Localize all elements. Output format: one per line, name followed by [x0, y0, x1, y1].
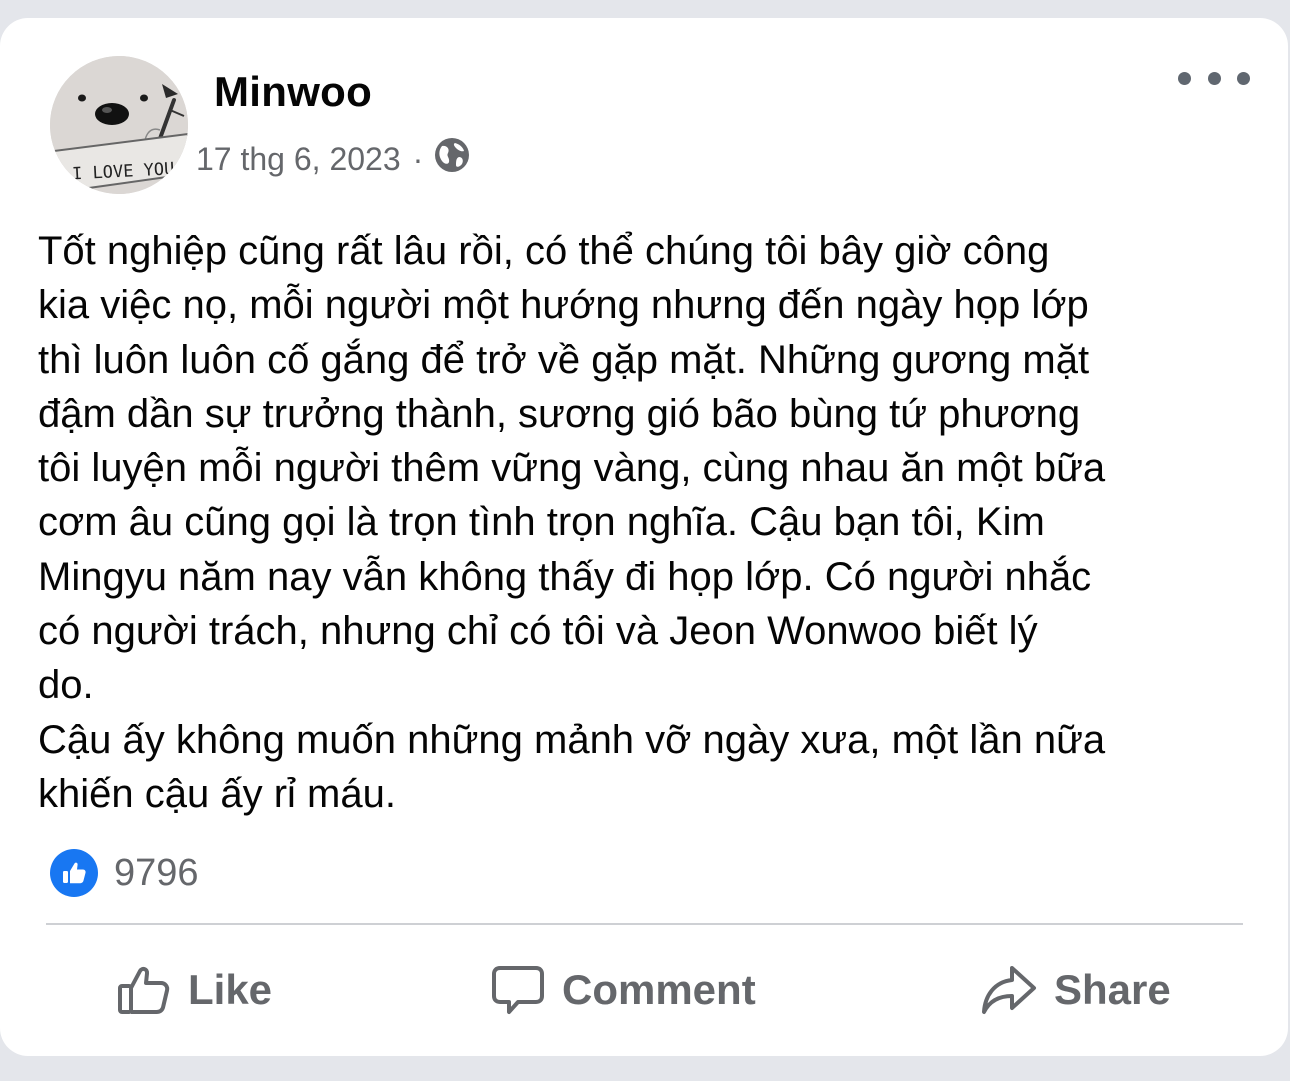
divider — [46, 923, 1243, 925]
author-name[interactable]: Minwoo — [214, 68, 372, 116]
share-button[interactable]: Share — [980, 960, 1171, 1020]
avatar-image: I LOVE YOU — [50, 56, 188, 194]
like-icon — [118, 966, 170, 1014]
like-label: Like — [188, 966, 273, 1013]
more-dot — [1178, 71, 1191, 85]
post-body: Tốt nghiệp cũng rất lâu rồi, có thể chún… — [38, 229, 1106, 816]
more-options-icon[interactable] — [1178, 66, 1250, 90]
post-date[interactable]: 17 thg 6, 2023 — [196, 141, 401, 178]
globe-icon[interactable] — [433, 136, 471, 182]
like-button[interactable]: Like — [116, 960, 272, 1020]
meta-separator: · — [412, 140, 424, 177]
share-label: Share — [1054, 966, 1171, 1013]
reaction-count: 9796 — [114, 851, 199, 894]
reaction-summary[interactable]: 9796 — [50, 848, 199, 898]
avatar[interactable]: I LOVE YOU — [50, 56, 188, 194]
comment-button[interactable]: Comment — [490, 960, 756, 1020]
post-meta: 17 thg 6, 2023 · — [196, 138, 471, 180]
thumbs-up-icon — [50, 849, 98, 897]
comment-icon — [492, 966, 544, 1014]
more-dot — [1207, 71, 1221, 85]
share-icon — [982, 966, 1036, 1014]
comment-label: Comment — [562, 966, 756, 1013]
more-dot — [1237, 71, 1250, 85]
post-card: I LOVE YOU Minwoo 17 thg 6, 2023 · Tốt n… — [0, 18, 1288, 1056]
